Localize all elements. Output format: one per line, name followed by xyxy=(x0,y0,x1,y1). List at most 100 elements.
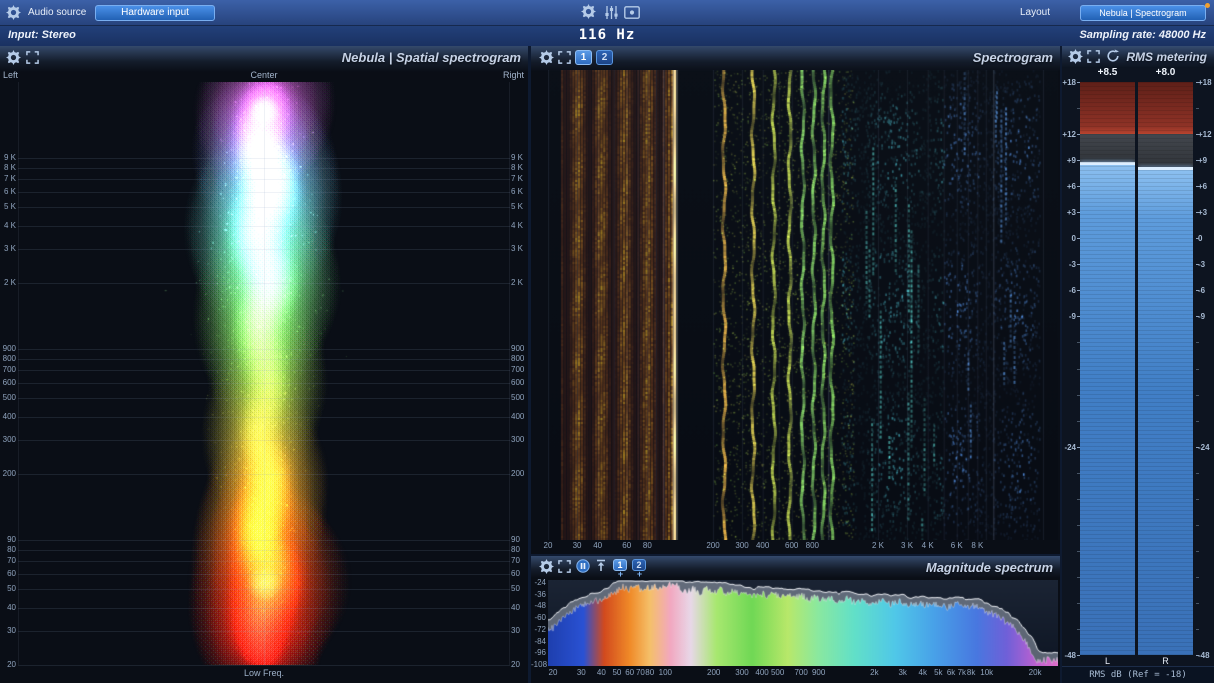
rms-minor-tick xyxy=(1196,472,1199,474)
fullscreen-icon[interactable] xyxy=(1087,50,1103,66)
panel-title: Spectrogram xyxy=(972,50,1053,65)
rms-scale-label: +9 xyxy=(1198,156,1208,166)
rms-scale-label: -9 xyxy=(1068,312,1076,322)
freq-tick-label: 200 xyxy=(707,668,721,677)
settings-gear-icon[interactable] xyxy=(1068,49,1084,65)
hardware-input-button[interactable]: Hardware input xyxy=(95,5,215,21)
freq-tick-label: 2 K xyxy=(511,278,524,287)
freq-tick-label: 500 xyxy=(2,392,16,402)
freq-tick-label: 500 xyxy=(770,668,785,677)
rms-minor-tick xyxy=(1196,394,1199,396)
freq-tick-label: 9 K xyxy=(3,153,16,163)
freq-tick-label: 5 K xyxy=(511,201,524,211)
settings-gear-icon[interactable] xyxy=(6,50,22,66)
freq-tick-label: 30 xyxy=(576,668,586,677)
rms-scale-label: +3 xyxy=(1198,208,1208,218)
slot-2-add-button[interactable]: + xyxy=(635,570,644,579)
view-2-button[interactable]: 2 xyxy=(596,50,613,65)
settings-gear-icon[interactable] xyxy=(539,559,555,575)
spatial-spectrogram-panel: Nebula | Spatial spectrogram Left Center… xyxy=(0,46,528,683)
freq-tick-label: 6 K xyxy=(511,186,524,196)
freq-tick-label: 800 xyxy=(805,541,819,550)
freq-tick-label: 80 xyxy=(7,545,16,554)
freq-tick-label: 400 xyxy=(755,541,770,550)
slot-1-add-button[interactable]: + xyxy=(616,570,625,579)
fullscreen-icon[interactable] xyxy=(26,51,42,67)
freq-tick-label: 300 xyxy=(735,541,749,550)
spectrogram-display[interactable] xyxy=(548,70,1058,540)
audio-settings-gear-icon[interactable] xyxy=(6,5,22,21)
rms-minor-tick xyxy=(1196,576,1199,578)
rms-scale-label: -9 xyxy=(1198,312,1206,322)
panel-title: Magnitude spectrum xyxy=(925,560,1053,575)
rms-scale-label: -24 xyxy=(1198,442,1210,452)
rms-scale-label: 0 xyxy=(1198,234,1203,244)
global-settings-gear-icon[interactable] xyxy=(581,4,597,20)
meter-value-line xyxy=(1080,162,1135,166)
freq-gridline xyxy=(18,665,510,666)
rms-minor-tick xyxy=(1196,628,1199,630)
rms-scale-label: +18 xyxy=(1198,78,1212,87)
meter-peak-zone xyxy=(1080,82,1135,135)
freq-tick-label: 3 K xyxy=(3,244,16,254)
rms-tick xyxy=(1196,655,1199,656)
freq-tick-label: 4 K xyxy=(511,220,524,230)
db-tick-label: -60 xyxy=(534,613,546,623)
rms-tick xyxy=(1196,264,1199,266)
freq-tick-label: 5 K xyxy=(3,201,16,211)
freq-tick-label: 8 K xyxy=(511,163,524,172)
freq-tick-label: 70 xyxy=(511,556,520,566)
freq-tick-label: 30 xyxy=(572,541,582,550)
freq-tick-label: 600 xyxy=(511,377,525,387)
freq-tick-label: 6 K xyxy=(3,186,16,196)
settings-gear-icon[interactable] xyxy=(539,50,555,66)
fullscreen-icon[interactable] xyxy=(558,51,574,67)
channel-label: R xyxy=(1162,656,1169,666)
freq-tick-label: 90 xyxy=(511,535,520,545)
rms-scale-label: -24 xyxy=(1064,442,1076,452)
freq-tick-label: 3k xyxy=(898,668,907,677)
freq-tick-label: 40 xyxy=(7,602,16,612)
db-tick-label: -24 xyxy=(534,577,546,587)
freq-tick-label: 800 xyxy=(2,354,16,363)
freq-tick-label: 200 xyxy=(511,469,525,478)
rms-tick xyxy=(1196,212,1199,214)
channel-config-icon[interactable] xyxy=(604,5,620,21)
sampling-rate-status: Sampling rate: 48000 Hz xyxy=(1079,29,1206,41)
analyzer-app-window: Audio source Hardware input Layout Nebul… xyxy=(0,0,1214,683)
freq-tick-label: 3 K xyxy=(901,541,914,550)
preset-button[interactable]: Nebula | Spectrogram xyxy=(1080,5,1206,21)
freq-tick-label: 9 K xyxy=(511,153,524,163)
freq-tick-label: 4 K xyxy=(921,541,934,550)
fullscreen-icon[interactable] xyxy=(558,560,574,576)
rms-scale-label: +9 xyxy=(1066,156,1076,166)
pause-button[interactable] xyxy=(576,559,592,575)
freq-tick-label: 3 K xyxy=(511,244,524,254)
reset-meters-icon[interactable] xyxy=(1106,49,1122,65)
view-1-button[interactable]: 1 xyxy=(575,50,592,65)
freq-tick-label: 30 xyxy=(511,626,520,636)
freq-tick-label: 20 xyxy=(511,660,520,669)
freq-tick-label: 500 xyxy=(511,392,525,402)
panel-title: RMS metering xyxy=(1126,50,1207,64)
freq-tick-label: 80 xyxy=(642,541,652,550)
rms-minor-tick xyxy=(1196,524,1199,526)
freq-tick-label: 7 K xyxy=(511,174,524,184)
freq-tick-label: 40 xyxy=(593,541,603,550)
display-capture-icon[interactable] xyxy=(624,6,640,22)
rms-scale-label: -6 xyxy=(1068,286,1076,296)
freq-tick-label: 20k xyxy=(1028,668,1042,677)
freq-tick-label: 20 xyxy=(7,660,16,669)
rms-minor-tick xyxy=(1196,108,1199,110)
topbar: Audio source Hardware input Layout Nebul… xyxy=(0,0,1214,26)
rms-meter-r[interactable] xyxy=(1138,82,1193,655)
freq-tick-label: 60 xyxy=(622,541,632,550)
db-tick-label: -72 xyxy=(534,624,546,634)
magnitude-spectrum-panel: 1 2 + + Magnitude spectrum 20 30 40 50 60 70 8… xyxy=(531,556,1060,683)
rms-meter-l[interactable] xyxy=(1080,82,1135,655)
peak-hold-reset-button[interactable] xyxy=(595,559,611,575)
freq-tick-label: 700 xyxy=(2,365,16,375)
layout-button[interactable]: Layout xyxy=(1020,7,1050,18)
magnitude-spectrum-display[interactable] xyxy=(548,580,1058,666)
rms-minor-tick xyxy=(1196,550,1199,552)
